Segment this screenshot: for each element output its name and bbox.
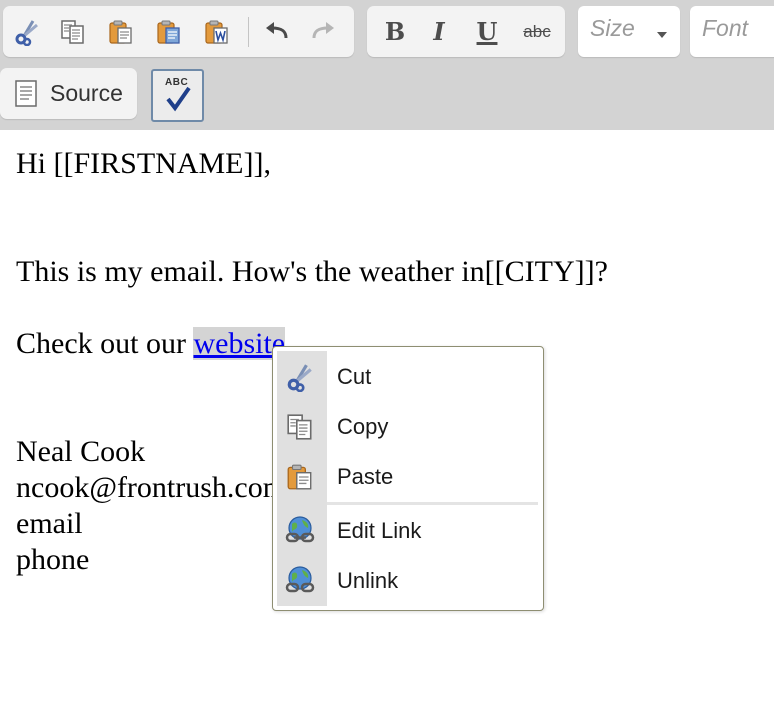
undo-button[interactable] [258, 14, 294, 50]
redo-icon [312, 22, 334, 39]
bold-icon: B [384, 17, 406, 46]
copy-button[interactable] [55, 14, 91, 50]
paste-text-icon [157, 20, 180, 44]
basic-styles-group: B I U abc [367, 6, 565, 57]
italic-button[interactable]: I [417, 14, 461, 50]
context-menu-edit-link[interactable]: Edit Link [273, 506, 543, 554]
context-menu-cut[interactable]: Cut [273, 352, 543, 400]
unlink-globe-icon [283, 564, 317, 598]
context-menu-copy-label: Copy [337, 414, 389, 439]
check-prefix: Check out our [16, 327, 194, 360]
signature-name: Neal Cook [16, 435, 146, 468]
paste-icon [283, 460, 317, 494]
signature-email: ncook@frontrush.com [16, 471, 287, 504]
document-icon [15, 80, 37, 107]
font-family-select[interactable]: Font [690, 6, 774, 57]
paste-icon [109, 20, 132, 44]
editor-toolbar: B I U abc Size Font Source ABC [0, 0, 774, 130]
copy-icon [283, 410, 317, 444]
strikethrough-button[interactable]: abc [515, 14, 559, 50]
context-menu-copy[interactable]: Copy [273, 402, 543, 450]
context-menu-unlink[interactable]: Unlink [273, 556, 543, 604]
font-size-placeholder: Size [590, 15, 635, 41]
spellcheck-button[interactable]: ABC [151, 69, 204, 122]
signature-line-email: email [16, 507, 83, 540]
greeting-line: Hi [[FIRSTNAME]], [16, 147, 271, 180]
context-menu-paste[interactable]: Paste [273, 452, 543, 500]
chevron-down-icon [657, 32, 667, 38]
context-menu-edit-link-label: Edit Link [337, 518, 422, 543]
spellcheck-icon: ABC [163, 77, 193, 113]
italic-icon: I [433, 17, 445, 46]
check-line: Check out our website. [16, 327, 293, 361]
clipboard-group [3, 6, 354, 57]
font-family-placeholder: Font [702, 15, 749, 41]
copy-icon [61, 20, 84, 44]
source-button[interactable]: Source [0, 68, 137, 119]
context-menu-unlink-label: Unlink [337, 568, 399, 593]
source-label: Source [50, 80, 123, 106]
signature-line-phone: phone [16, 543, 90, 576]
scissors-icon [15, 20, 38, 46]
strikethrough-icon: abc [523, 22, 551, 41]
scissors-icon [283, 360, 317, 394]
cut-button[interactable] [9, 14, 45, 50]
underline-button[interactable]: U [465, 14, 509, 50]
paste-text-button[interactable] [151, 14, 187, 50]
underline-icon: U [476, 17, 498, 46]
undo-icon [266, 22, 288, 39]
bold-button[interactable]: B [373, 14, 417, 50]
font-size-select[interactable]: Size [578, 6, 680, 57]
toolbar-separator [248, 17, 249, 47]
redo-button[interactable] [306, 14, 342, 50]
checkmark-icon [166, 86, 191, 112]
context-menu-paste-label: Paste [337, 464, 394, 489]
context-menu-separator [327, 502, 538, 505]
context-menu-cut-label: Cut [337, 364, 372, 389]
paste-button[interactable] [103, 14, 139, 50]
context-menu: Cut Copy Paste Edit Link Unlink [272, 346, 544, 611]
link-globe-icon [283, 514, 317, 548]
paste-word-button[interactable] [199, 14, 235, 50]
paste-word-icon [205, 20, 228, 44]
body-line: This is my email. How's the weather in[[… [16, 255, 608, 288]
